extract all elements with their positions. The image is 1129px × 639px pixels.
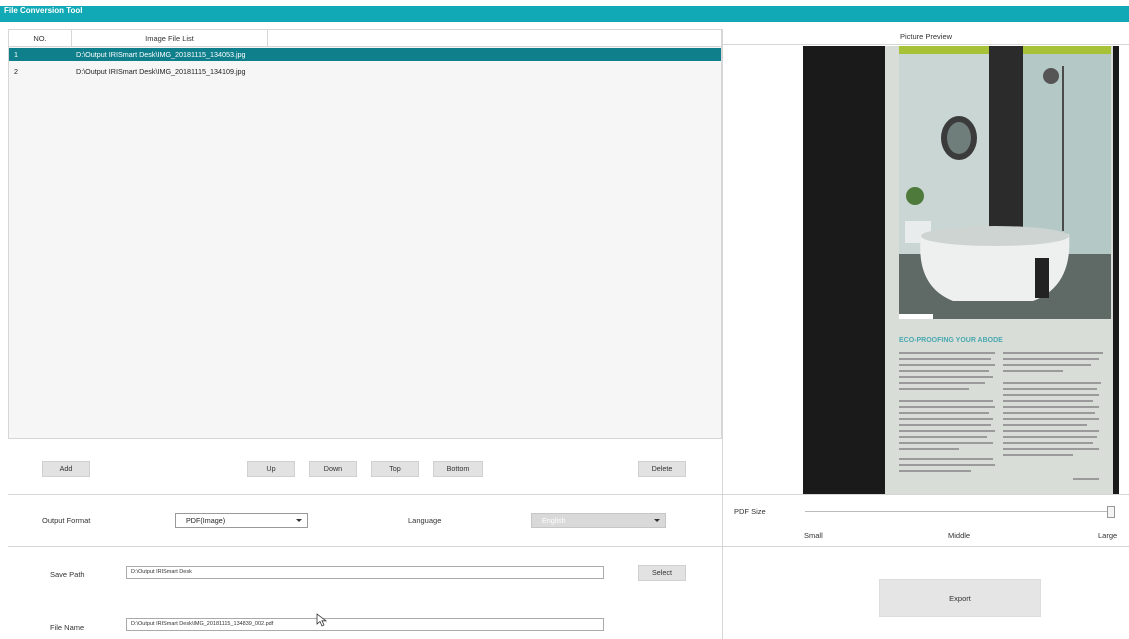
row-number: 2 bbox=[14, 67, 18, 76]
list-row-1[interactable]: 1 D:\Output IRISmart Desk\IMG_20181115_1… bbox=[9, 48, 721, 61]
language-value: English bbox=[542, 516, 566, 525]
output-format-select[interactable]: PDF(Image) bbox=[175, 513, 308, 528]
delete-button[interactable]: Delete bbox=[638, 461, 686, 477]
divider-vertical bbox=[722, 29, 723, 639]
select-button[interactable]: Select bbox=[638, 565, 686, 581]
list-header: NO. Image File List bbox=[9, 30, 721, 47]
chevron-down-icon bbox=[296, 519, 302, 522]
pdf-size-small-label: Small bbox=[804, 531, 823, 540]
app-title: File Conversion Tool bbox=[4, 6, 83, 15]
pdf-size-middle-label: Middle bbox=[948, 531, 971, 540]
language-select[interactable]: English bbox=[531, 513, 666, 528]
language-label: Language bbox=[408, 516, 442, 525]
row-number: 1 bbox=[14, 50, 18, 59]
top-button[interactable]: Top bbox=[371, 461, 419, 477]
picture-preview-title: Picture Preview bbox=[723, 29, 1129, 45]
pdf-size-label: PDF Size bbox=[734, 507, 766, 516]
magazine-page-image: ECO-PROOFING YOUR ABODE bbox=[803, 46, 1119, 494]
save-path-label: Save Path bbox=[50, 570, 85, 579]
divider-horizontal-1 bbox=[8, 494, 1129, 495]
file-name-field[interactable]: D:\Output IRISmart Desk\IMG_20181115_134… bbox=[126, 618, 604, 631]
add-button[interactable]: Add bbox=[42, 461, 90, 477]
title-bar-accent bbox=[0, 6, 1129, 22]
save-path-field[interactable]: D:\Output IRISmart Desk bbox=[126, 566, 604, 579]
mouse-pointer-icon bbox=[316, 613, 328, 627]
pdf-size-slider-track[interactable] bbox=[805, 511, 1115, 512]
column-header-no[interactable]: NO. bbox=[9, 30, 72, 47]
list-row-2[interactable]: 2 D:\Output IRISmart Desk\IMG_20181115_1… bbox=[9, 65, 721, 78]
up-button[interactable]: Up bbox=[247, 461, 295, 477]
row-file-path: D:\Output IRISmart Desk\IMG_20181115_134… bbox=[76, 67, 246, 76]
preview-heading: ECO-PROOFING YOUR ABODE bbox=[899, 337, 1003, 344]
down-button[interactable]: Down bbox=[309, 461, 357, 477]
image-file-list[interactable]: NO. Image File List 1 D:\Output IRISmart… bbox=[8, 29, 722, 439]
output-format-value: PDF(Image) bbox=[186, 516, 226, 525]
picture-preview-image: ECO-PROOFING YOUR ABODE bbox=[803, 46, 1119, 494]
column-header-file[interactable]: Image File List bbox=[72, 30, 268, 47]
export-button[interactable]: Export bbox=[879, 579, 1041, 617]
file-name-label: File Name bbox=[50, 623, 85, 632]
title-bar: File Conversion Tool bbox=[0, 0, 1129, 22]
bottom-button[interactable]: Bottom bbox=[433, 461, 483, 477]
output-format-label: Output Format bbox=[42, 516, 91, 525]
pdf-size-slider-thumb[interactable] bbox=[1107, 506, 1115, 518]
divider-horizontal-2 bbox=[8, 546, 1129, 547]
chevron-down-icon bbox=[654, 519, 660, 522]
row-file-path: D:\Output IRISmart Desk\IMG_20181115_134… bbox=[76, 50, 246, 59]
pdf-size-large-label: Large bbox=[1098, 531, 1118, 540]
